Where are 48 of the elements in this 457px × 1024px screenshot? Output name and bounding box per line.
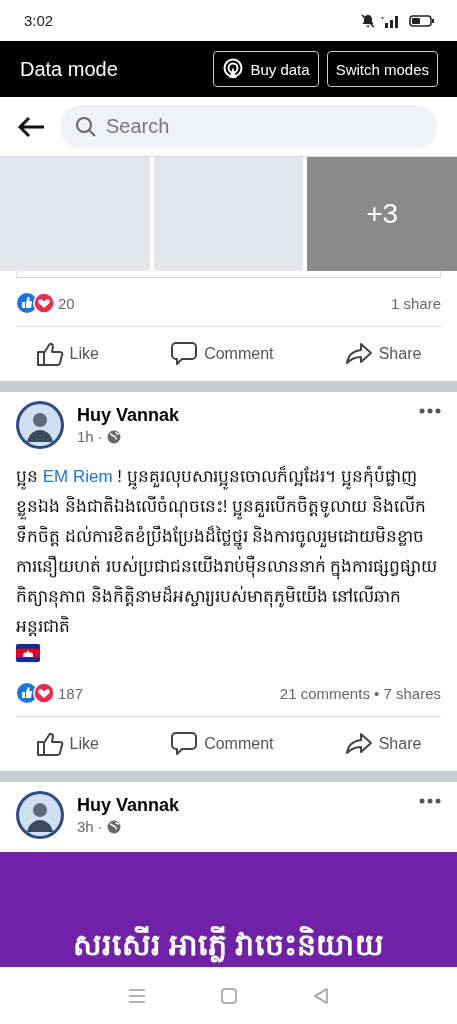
avatar[interactable]	[15, 400, 65, 450]
thumbs-up-icon	[35, 731, 64, 757]
reactions-icon[interactable]	[16, 292, 56, 314]
data-mode-title: Data mode	[20, 57, 118, 81]
post-time: 3h ·	[77, 818, 103, 835]
post-text: ប្អូន EM Riem ! ប្អូនគួរលុបសារប្អូនចោលក៏ល្អដែរ។ ប្អូនកុំបំផ្លាញខ្លួនឯង និងជាតិឯងលើចំណុចនេះ! ប្អូនគួរបើកចិត្តទូលាយ និងលើកទឹកចិត្ត ដល់ការខិតខំប្រឹងប្រែងដ៏ថ្លៃថ្នូរ និងការចូលរួមដោយមិនខ្លាចការនឿយហត់ របស់ប្រជាជនយើងរាប់ម៉ឺនលាននាក់ ក្នុងការផ្សព្វផ្សាយកិត្យានុភាព និងកិត្តិនាមដ៏អស្ចារ្យរបស់មាតុភូមិយើង នៅលើឆាកអន្តរជាតិ	[16, 467, 438, 636]
speech-bubble-icon	[170, 731, 199, 757]
globe-icon	[106, 819, 121, 834]
reaction-count[interactable]: 187	[58, 684, 84, 702]
share-arrow-icon	[344, 731, 373, 757]
globe-icon	[106, 429, 121, 444]
comment-button[interactable]: Comment	[164, 730, 280, 758]
author-name[interactable]: Huy Vannak	[77, 405, 407, 426]
back-arrow-icon[interactable]	[16, 114, 46, 139]
speech-bubble-icon	[170, 341, 199, 367]
buy-data-button[interactable]: Buy data	[213, 51, 319, 87]
more-photos-count: +3	[366, 198, 399, 230]
reaction-count[interactable]: 20	[58, 294, 75, 312]
author-name[interactable]: Huy Vannak	[77, 795, 407, 816]
home-icon[interactable]	[221, 988, 238, 1004]
flag-icon	[16, 644, 40, 662]
like-button[interactable]: Like	[29, 340, 105, 368]
thumbs-up-icon	[35, 341, 64, 367]
switch-modes-button[interactable]: Switch modes	[326, 51, 438, 87]
reactions-icon[interactable]	[16, 682, 56, 704]
post-stats[interactable]: 21 comments • 7 shares	[279, 684, 441, 702]
search-icon	[75, 115, 97, 138]
photo-thumbnail[interactable]	[153, 157, 304, 271]
back-icon[interactable]	[313, 988, 330, 1004]
share-arrow-icon	[344, 341, 373, 367]
mention-link[interactable]: EM Riem	[42, 467, 113, 486]
post-stats[interactable]: 1 share	[390, 294, 441, 312]
like-button[interactable]: Like	[29, 730, 105, 758]
banner-image[interactable]: សរសើរ អាភ្លើ វាចេះនិយាយ	[0, 852, 457, 967]
comment-button[interactable]: Comment	[164, 340, 280, 368]
more-options-icon[interactable]	[419, 798, 441, 804]
share-button[interactable]: Share	[338, 730, 428, 758]
clock: 3:02	[24, 12, 54, 29]
muted-bell-icon	[361, 13, 375, 28]
battery-icon	[409, 13, 435, 28]
share-button[interactable]: Share	[338, 340, 428, 368]
more-options-icon[interactable]	[419, 408, 441, 414]
banner-text: សរសើរ អាភ្លើ វាចេះនិយាយ	[72, 925, 385, 965]
broadcast-icon	[222, 58, 245, 80]
search-field[interactable]: Search	[60, 104, 437, 149]
avatar[interactable]	[15, 790, 65, 840]
post-time: 1h ·	[77, 428, 103, 445]
photo-thumbnail[interactable]	[0, 157, 150, 271]
